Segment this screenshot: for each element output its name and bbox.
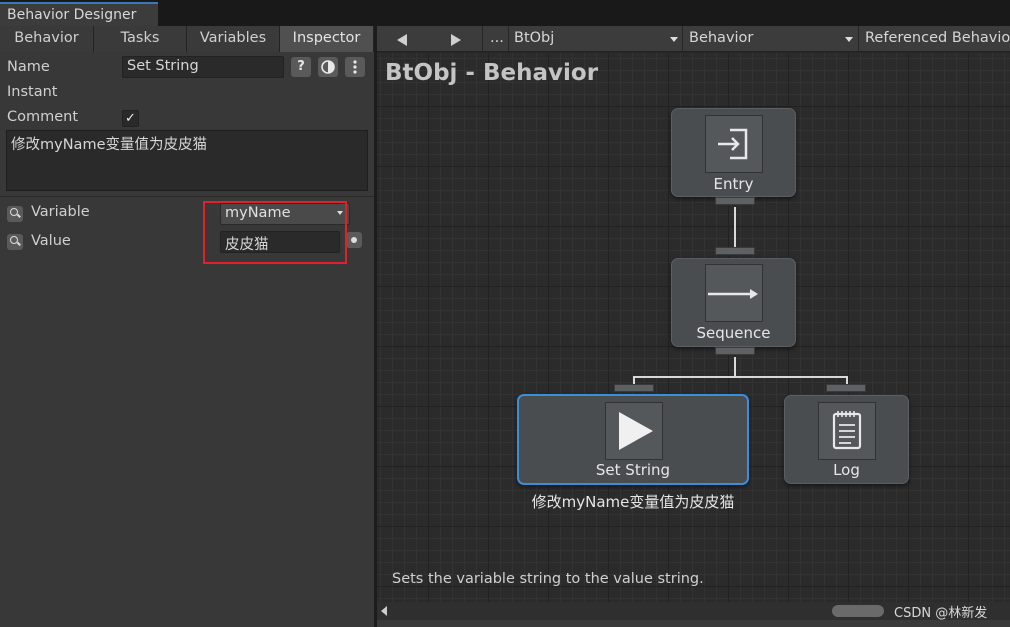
connection-wire: [734, 207, 736, 247]
input-port[interactable]: [826, 384, 866, 392]
instant-checkbox[interactable]: ✓: [122, 110, 139, 127]
entry-node[interactable]: Entry: [671, 108, 796, 197]
divider: [0, 196, 374, 197]
window-title-tab[interactable]: Behavior Designer: [0, 2, 158, 26]
separator: [682, 26, 683, 52]
forward-arrow-icon[interactable]: [451, 34, 461, 46]
set-string-node[interactable]: Set String: [517, 394, 749, 485]
ellipsis-button[interactable]: ...: [490, 26, 504, 52]
tab-behavior[interactable]: Behavior: [0, 26, 94, 52]
name-label: Name: [7, 59, 50, 75]
play-icon: [605, 402, 663, 460]
behavior-selector-value: Behavior: [689, 30, 754, 46]
object-selector[interactable]: BtObj: [514, 26, 682, 52]
search-icon[interactable]: [7, 234, 23, 250]
back-arrow-icon[interactable]: [397, 34, 407, 46]
node-comment: 修改myName变量值为皮皮猫: [531, 493, 735, 511]
separator: [858, 26, 859, 52]
chevron-down-icon: [845, 37, 853, 42]
separator: [482, 26, 483, 52]
output-port[interactable]: [715, 197, 755, 205]
window-tab-bar: Behavior Designer: [0, 0, 1010, 26]
chevron-down-icon: [670, 37, 678, 42]
value-label: Value: [31, 233, 71, 249]
log-node-label: Log: [833, 461, 860, 479]
playback-controls-bar: [377, 620, 1010, 627]
graph-title: BtObj - Behavior: [385, 60, 599, 86]
behavior-selector[interactable]: Behavior: [689, 26, 857, 52]
half-circle-icon[interactable]: [318, 57, 338, 77]
log-node[interactable]: Log: [784, 395, 909, 484]
referenced-behaviors-dropdown[interactable]: Referenced Behavio: [865, 26, 1010, 52]
input-port[interactable]: [715, 247, 755, 255]
panel-tabs: Behavior Tasks Variables Inspector: [0, 26, 374, 52]
comment-textarea[interactable]: 修改myName变量值为皮皮猫: [6, 130, 368, 191]
highlight-annotation-box: [203, 201, 347, 264]
scroll-left-icon[interactable]: [381, 606, 387, 616]
instant-label: Instant: [7, 84, 58, 100]
tab-inspector[interactable]: Inspector: [280, 26, 374, 52]
object-selector-value: BtObj: [514, 30, 555, 46]
help-icon[interactable]: ?: [291, 57, 311, 77]
scrollbar-thumb[interactable]: [832, 605, 884, 617]
task-description: Sets the variable string to the value st…: [392, 571, 704, 587]
arrow-right-icon: [705, 264, 763, 322]
output-port[interactable]: [715, 347, 755, 355]
more-options-icon[interactable]: [345, 57, 365, 77]
search-icon[interactable]: [7, 206, 23, 222]
sequence-node-label: Sequence: [696, 324, 771, 342]
tab-tasks[interactable]: Tasks: [94, 26, 187, 52]
notepad-icon: [818, 402, 876, 460]
variable-label: Variable: [31, 204, 90, 220]
inspector-panel: Behavior Tasks Variables Inspector Name …: [0, 26, 374, 627]
connection-wire: [633, 376, 848, 378]
separator: [508, 26, 509, 52]
set-string-node-label: Set String: [595, 461, 671, 479]
input-port[interactable]: [614, 384, 654, 392]
graph-toolbar: ... BtObj Behavior Referenced Behavio: [377, 26, 1010, 52]
entry-icon: [705, 115, 763, 173]
entry-node-label: Entry: [713, 175, 754, 193]
tab-variables[interactable]: Variables: [187, 26, 280, 52]
sequence-node[interactable]: Sequence: [671, 258, 796, 347]
watermark: CSDN @林新发: [894, 606, 988, 621]
connection-wire: [734, 357, 736, 377]
comment-label: Comment: [7, 109, 79, 125]
name-field[interactable]: Set String: [122, 56, 284, 78]
shared-variable-toggle-icon[interactable]: [346, 232, 362, 248]
